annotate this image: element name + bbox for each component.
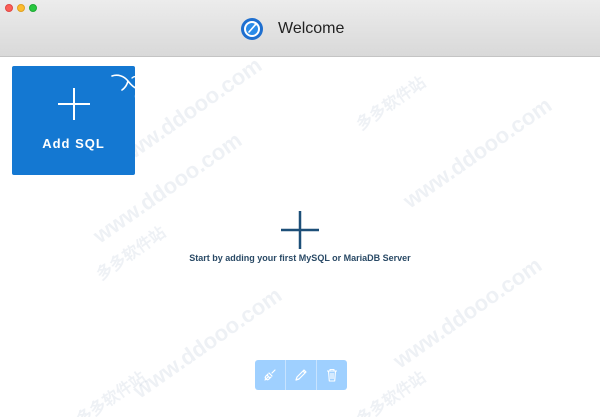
connect-button[interactable]	[255, 360, 286, 390]
sql-app-icon	[241, 18, 263, 40]
watermark-text: www.ddooo.com	[388, 252, 547, 374]
delete-button[interactable]	[317, 360, 347, 390]
add-sql-button[interactable]: Add SQL	[12, 66, 142, 175]
minimize-window-button[interactable]	[17, 4, 25, 12]
add-server-plus-icon[interactable]	[281, 211, 319, 249]
pencil-edit-icon	[295, 369, 307, 381]
zoom-window-button[interactable]	[29, 4, 37, 12]
empty-state-message: Start by adding your first MySQL or Mari…	[189, 253, 411, 263]
watermark-text-cn: 多多软件站	[73, 369, 150, 417]
edit-button[interactable]	[286, 360, 317, 390]
trash-icon	[327, 368, 337, 382]
plus-icon	[58, 88, 90, 120]
title-bar[interactable]: Welcome	[0, 0, 600, 57]
close-window-button[interactable]	[5, 4, 13, 12]
watermark-text-cn: 多多软件站	[353, 369, 430, 417]
add-sql-label: Add SQL	[42, 136, 105, 151]
bottom-toolbar	[255, 360, 347, 390]
connect-plug-icon	[264, 369, 276, 381]
mysql-dolphin-icon	[111, 74, 142, 100]
watermark-text-cn: 多多软件站	[93, 224, 170, 284]
window-title: Welcome	[278, 20, 345, 37]
watermark-text-cn: 多多软件站	[353, 74, 430, 134]
watermark-text: www.ddooo.com	[398, 92, 557, 214]
welcome-window: www.ddooo.com www.ddooo.com www.ddooo.co…	[0, 0, 600, 417]
